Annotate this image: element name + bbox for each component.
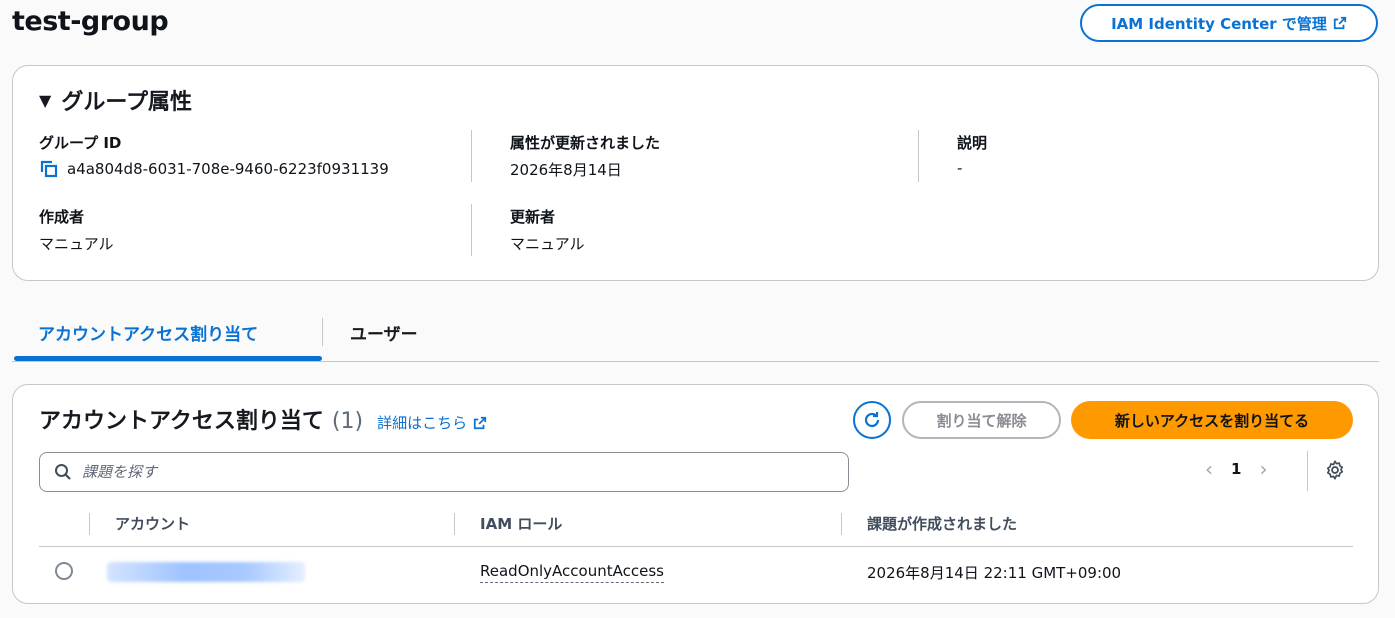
tab-users[interactable]: ユーザー (350, 320, 418, 345)
updated-label: 属性が更新されました (510, 134, 661, 152)
creator-label: 作成者 (39, 208, 85, 226)
account-assignments-panel: アカウントアクセス割り当て (1) 詳細はこちら 割り当て解除 新しいアクセスを… (12, 384, 1379, 604)
pagination: ‹ 1 › (1205, 457, 1267, 481)
divider (471, 204, 472, 256)
description-field: 説明 - (957, 132, 987, 177)
description-label: 説明 (957, 134, 988, 152)
assign-access-button[interactable]: 新しいアクセスを割り当てる (1071, 401, 1353, 439)
manage-button-label: IAM Identity Center で管理 (1111, 14, 1327, 33)
active-tab-indicator (14, 356, 322, 361)
creator-field: 作成者 マニュアル (39, 206, 114, 254)
info-link[interactable]: 詳細はこちら (377, 412, 487, 433)
search-input[interactable] (82, 463, 822, 481)
group-properties-header[interactable]: ▼ グループ属性 (39, 84, 192, 116)
previous-page-icon[interactable]: ‹ (1205, 457, 1213, 481)
caret-down-icon: ▼ (39, 90, 52, 110)
refresh-button[interactable] (853, 401, 891, 439)
group-id-value: a4a804d8-6031-708e-9460-6223f0931139 (67, 160, 389, 178)
updater-value: マニュアル (510, 235, 585, 253)
divider (471, 130, 472, 182)
assignments-title: アカウントアクセス割り当て (39, 409, 324, 434)
divider (918, 130, 919, 182)
assignments-count: (1) (331, 409, 364, 434)
group-properties-title: グループ属性 (61, 90, 192, 115)
group-id-field: グループ ID a4a804d8-6031-708e-9460-6223f093… (39, 132, 389, 179)
external-link-icon (1333, 16, 1347, 30)
manage-in-identity-center-button[interactable]: IAM Identity Center で管理 (1080, 4, 1378, 42)
next-page-icon[interactable]: › (1259, 457, 1267, 481)
divider (1307, 451, 1308, 491)
table-header: アカウント IAM ロール 課題が作成されました (39, 503, 1353, 547)
tab-account-access[interactable]: アカウントアクセス割り当て (38, 320, 258, 345)
description-value: - (957, 159, 963, 177)
unassign-button[interactable]: 割り当て解除 (902, 401, 1061, 439)
info-link-label: 詳細はこちら (377, 414, 468, 432)
page-title: test-group (12, 6, 169, 37)
current-page[interactable]: 1 (1231, 460, 1241, 478)
group-properties-panel: ▼ グループ属性 グループ ID a4a804d8-6031-708e-9460… (12, 65, 1379, 281)
refresh-icon (864, 412, 880, 428)
copy-icon[interactable] (39, 159, 59, 179)
account-name-redacted[interactable] (107, 562, 305, 582)
table-row: ReadOnlyAccountAccess 2026年8月14日 22:11 G… (39, 547, 1353, 597)
creator-value: マニュアル (39, 235, 114, 253)
search-field[interactable] (39, 452, 849, 492)
updated-field: 属性が更新されました 2026年8月14日 (510, 132, 660, 180)
updater-label: 更新者 (510, 208, 556, 226)
column-divider (89, 513, 90, 535)
updated-value: 2026年8月14日 (510, 161, 622, 179)
group-id-label: グループ ID (39, 134, 122, 152)
search-icon (55, 464, 71, 480)
row-select-radio[interactable] (55, 562, 73, 580)
column-divider (841, 513, 842, 535)
gear-icon[interactable] (1324, 459, 1346, 481)
assignments-header: アカウントアクセス割り当て (1) 詳細はこちら (39, 403, 487, 435)
column-header-iam-role[interactable]: IAM ロール (480, 513, 562, 534)
column-header-account[interactable]: アカウント (115, 513, 190, 534)
assignment-created-date: 2026年8月14日 22:11 GMT+09:00 (867, 564, 1122, 582)
column-header-created[interactable]: 課題が作成されました (867, 513, 1017, 534)
column-divider (454, 513, 455, 535)
external-link-icon (473, 416, 487, 429)
updater-field: 更新者 マニュアル (510, 206, 585, 254)
iam-role-link[interactable]: ReadOnlyAccountAccess (480, 562, 664, 583)
tab-divider (322, 318, 323, 346)
tab-bar: アカウントアクセス割り当て ユーザー (12, 312, 1379, 362)
